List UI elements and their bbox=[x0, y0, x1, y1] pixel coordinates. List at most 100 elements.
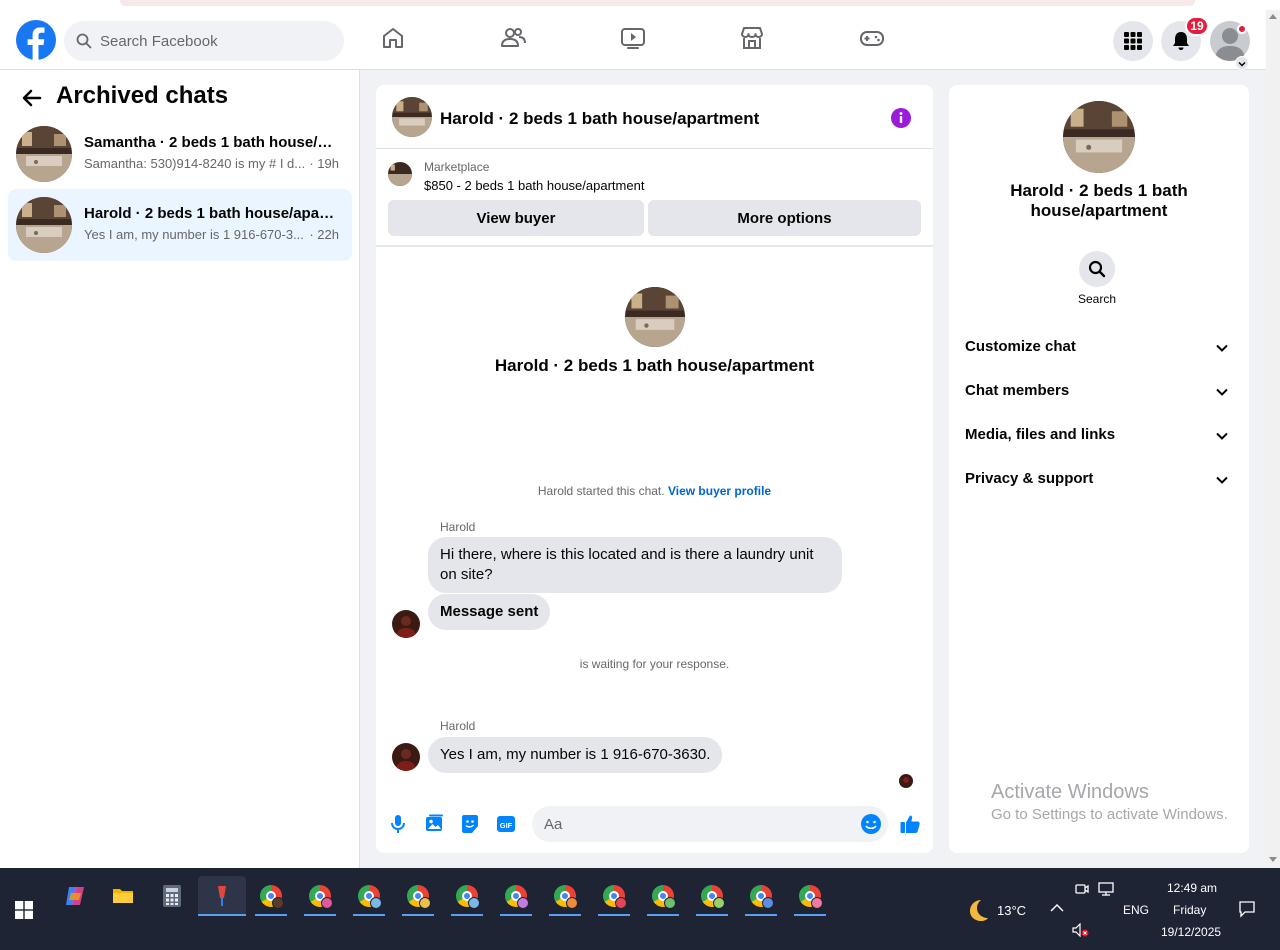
message-bubble[interactable]: Yes I am, my number is 1 916-670-3630. bbox=[428, 737, 723, 773]
section-label: Customize chat bbox=[965, 338, 1076, 355]
chat-preview-text: Yes I am, my number is 1 916-670-3... bbox=[84, 227, 304, 242]
marketplace-icon[interactable] bbox=[738, 24, 766, 52]
active-app-indicator bbox=[198, 914, 246, 916]
section-customize-chat[interactable]: Customize chat bbox=[957, 327, 1241, 367]
photo-icon[interactable] bbox=[423, 813, 445, 835]
chrome-icon bbox=[701, 885, 725, 909]
network-icon[interactable] bbox=[1098, 882, 1114, 896]
scroll-down-arrow-icon[interactable] bbox=[1269, 857, 1277, 862]
chat-list-item[interactable]: Samantha · 2 beds 1 bath house/apartment… bbox=[8, 118, 352, 190]
search-icon bbox=[76, 33, 92, 49]
message-input[interactable] bbox=[532, 806, 888, 842]
message-sender: Harold bbox=[440, 719, 476, 733]
chrome-profile-app[interactable] bbox=[300, 876, 340, 916]
snipping-tool-app[interactable] bbox=[198, 876, 246, 916]
gaming-icon[interactable] bbox=[858, 24, 886, 52]
conversation-title[interactable]: Harold · 2 beds 1 bath house/apartment bbox=[440, 109, 759, 129]
scroll-up-arrow-icon[interactable] bbox=[1269, 14, 1277, 19]
file-explorer-app[interactable] bbox=[103, 876, 143, 916]
message-composer: GIF bbox=[376, 803, 933, 853]
activate-windows-title: Activate Windows bbox=[991, 781, 1149, 803]
chat-list-item-selected[interactable]: Harold · 2 beds 1 bath house/apartment Y… bbox=[8, 189, 352, 261]
listing-title[interactable]: $850 - 2 beds 1 bath house/apartment bbox=[424, 178, 644, 193]
browser-tab-strip bbox=[120, 0, 1195, 6]
view-buyer-profile-link[interactable]: View buyer profile bbox=[668, 484, 771, 498]
chrome-profile-app[interactable] bbox=[447, 876, 487, 916]
chat-started-text: Harold started this chat. bbox=[537, 484, 665, 498]
chrome-icon bbox=[358, 885, 382, 909]
snipping-tool-icon bbox=[218, 886, 226, 906]
message-bubble[interactable]: Hi there, where is this located and is t… bbox=[428, 537, 842, 593]
chrome-icon bbox=[750, 885, 774, 909]
search-input[interactable] bbox=[100, 32, 320, 50]
emoji-icon[interactable] bbox=[860, 813, 882, 835]
chat-started-notice: Harold started this chat. View buyer pro… bbox=[376, 484, 933, 498]
chevron-up-icon[interactable] bbox=[1050, 903, 1064, 913]
chrome-profile-app[interactable] bbox=[398, 876, 438, 916]
chat-name: Harold · 2 beds 1 bath house/apartment bbox=[84, 205, 339, 222]
calculator-app[interactable] bbox=[152, 876, 192, 916]
chevron-down-icon bbox=[1216, 476, 1228, 484]
chrome-profile-app[interactable] bbox=[349, 876, 389, 916]
camera-tray-icon[interactable] bbox=[1075, 882, 1089, 896]
gif-icon[interactable]: GIF bbox=[495, 813, 517, 835]
clock-date[interactable]: 19/12/2025 bbox=[1161, 925, 1221, 939]
info-icon[interactable] bbox=[890, 107, 912, 129]
windows-taskbar: 13°C ENG 12:49 am Friday 19/12/2025 bbox=[0, 868, 1280, 950]
chrome-profile-app[interactable] bbox=[790, 876, 830, 916]
section-media-files-links[interactable]: Media, files and links bbox=[957, 415, 1241, 455]
home-icon[interactable] bbox=[379, 24, 407, 52]
clock-day[interactable]: Friday bbox=[1173, 903, 1206, 917]
account-alert-dot bbox=[1237, 24, 1247, 34]
back-arrow-icon[interactable] bbox=[20, 86, 44, 110]
view-buyer-button[interactable]: View buyer bbox=[388, 200, 644, 236]
moon-weather-icon[interactable] bbox=[964, 897, 990, 923]
chrome-profile-app[interactable] bbox=[643, 876, 683, 916]
chrome-icon bbox=[260, 885, 284, 909]
sticker-icon[interactable] bbox=[459, 813, 481, 835]
search-icon bbox=[1088, 260, 1106, 278]
facebook-logo-icon[interactable] bbox=[16, 20, 56, 60]
section-label: Chat members bbox=[965, 382, 1070, 399]
chat-preview: Samantha: 530)914-8240 is my # I d... · … bbox=[84, 156, 339, 171]
chrome-icon bbox=[554, 885, 578, 909]
input-language[interactable]: ENG bbox=[1123, 903, 1149, 917]
search-bar[interactable] bbox=[64, 21, 344, 61]
windows-start-icon[interactable] bbox=[15, 901, 33, 919]
chat-details-panel: Harold · 2 beds 1 bath house/apartment S… bbox=[949, 85, 1249, 853]
copilot-icon bbox=[66, 887, 84, 905]
section-chat-members[interactable]: Chat members bbox=[957, 371, 1241, 411]
more-options-button[interactable]: More options bbox=[648, 200, 921, 236]
folder-icon bbox=[113, 889, 133, 903]
message-bubble-sent-status[interactable]: Message sent bbox=[428, 594, 551, 630]
sender-avatar[interactable] bbox=[392, 610, 420, 638]
watch-video-icon[interactable] bbox=[619, 24, 647, 52]
marketplace-label: Marketplace bbox=[424, 160, 490, 174]
account-menu-chevron[interactable] bbox=[1235, 56, 1249, 70]
conversation-thumbnail[interactable] bbox=[392, 97, 432, 137]
chrome-profile-app[interactable] bbox=[496, 876, 536, 916]
weather-temperature[interactable]: 13°C bbox=[997, 903, 1026, 918]
microphone-icon[interactable] bbox=[387, 813, 409, 835]
chrome-profile-app[interactable] bbox=[545, 876, 585, 916]
thumbs-up-icon[interactable] bbox=[899, 813, 921, 835]
chrome-profile-app[interactable] bbox=[692, 876, 732, 916]
friends-icon[interactable] bbox=[499, 24, 527, 52]
chrome-profile-app[interactable] bbox=[741, 876, 781, 916]
chrome-profile-app[interactable] bbox=[594, 876, 634, 916]
speaker-muted-icon[interactable] bbox=[1072, 923, 1090, 937]
sender-avatar[interactable] bbox=[392, 743, 420, 771]
chat-preview-text: Samantha: 530)914-8240 is my # I d... bbox=[84, 156, 306, 171]
notifications-badge: 19 bbox=[1185, 16, 1209, 36]
menu-grid-button[interactable] bbox=[1113, 21, 1153, 61]
copilot-app[interactable] bbox=[55, 876, 95, 916]
chevron-down-icon bbox=[1216, 344, 1228, 352]
search-conversation-button[interactable] bbox=[1079, 251, 1115, 287]
page-scrollbar[interactable] bbox=[1266, 10, 1280, 868]
section-privacy-support[interactable]: Privacy & support bbox=[957, 459, 1241, 499]
clock-time[interactable]: 12:49 am bbox=[1167, 881, 1217, 895]
notification-center-icon[interactable] bbox=[1238, 900, 1256, 918]
section-label: Privacy & support bbox=[965, 470, 1094, 487]
chrome-icon bbox=[456, 885, 480, 909]
chrome-profile-app[interactable] bbox=[251, 876, 291, 916]
